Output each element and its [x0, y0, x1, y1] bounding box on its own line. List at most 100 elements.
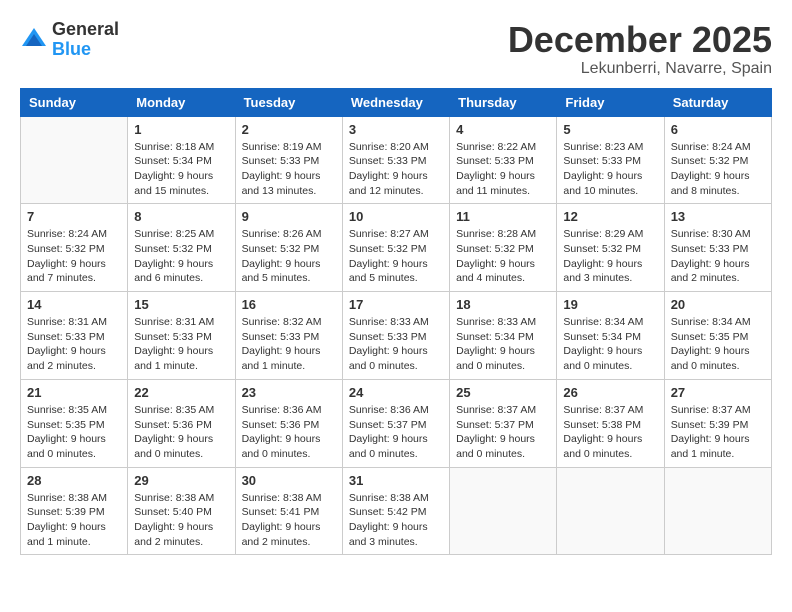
day-number: 5 [563, 122, 657, 137]
calendar-day-cell: 8 Sunrise: 8:25 AM Sunset: 5:32 PM Daylig… [128, 204, 235, 292]
page-header: General Blue December 2025 Lekunberri, N… [20, 20, 772, 78]
day-number: 3 [349, 122, 443, 137]
day-info: Sunrise: 8:36 AM Sunset: 5:36 PM Dayligh… [242, 403, 336, 462]
day-info: Sunrise: 8:31 AM Sunset: 5:33 PM Dayligh… [27, 315, 121, 374]
day-number: 29 [134, 473, 228, 488]
calendar-day-cell: 18Sunrise: 8:33 AM Sunset: 5:34 PM Dayli… [450, 292, 557, 380]
calendar-day-cell: 1Sunrise: 8:18 AM Sunset: 5:34 PM Daylig… [128, 116, 235, 204]
calendar-day-cell: 3Sunrise: 8:20 AM Sunset: 5:33 PM Daylig… [342, 116, 449, 204]
calendar-day-cell: 24 Sunrise: 8:36 AM Sunset: 5:37 PM Dayli… [342, 379, 449, 467]
title-block: December 2025 Lekunberri, Navarre, Spain [508, 20, 772, 78]
day-info: Sunrise: 8:25 AM Sunset: 5:32 PM Dayligh… [134, 227, 228, 286]
calendar-day-cell: 28 Sunrise: 8:38 AM Sunset: 5:39 PM Dayli… [21, 467, 128, 555]
calendar-day-cell: 13 Sunrise: 8:30 AM Sunset: 5:33 PM Dayli… [664, 204, 771, 292]
calendar-day-cell: 30 Sunrise: 8:38 AM Sunset: 5:41 PM Dayli… [235, 467, 342, 555]
calendar-week-row: 1Sunrise: 8:18 AM Sunset: 5:34 PM Daylig… [21, 116, 772, 204]
day-of-week-header: Thursday [450, 88, 557, 116]
day-number: 31 [349, 473, 443, 488]
day-number: 16 [242, 297, 336, 312]
day-info: Sunrise: 8:37 AM Sunset: 5:38 PM Dayligh… [563, 403, 657, 462]
day-number: 20 [671, 297, 765, 312]
day-info: Sunrise: 8:27 AM Sunset: 5:32 PM Dayligh… [349, 227, 443, 286]
calendar-day-cell: 5 Sunrise: 8:23 AM Sunset: 5:33 PM Daylig… [557, 116, 664, 204]
day-number: 9 [242, 209, 336, 224]
day-number: 13 [671, 209, 765, 224]
calendar-week-row: 7Sunrise: 8:24 AM Sunset: 5:32 PM Daylig… [21, 204, 772, 292]
day-info: Sunrise: 8:32 AM Sunset: 5:33 PM Dayligh… [242, 315, 336, 374]
day-number: 27 [671, 385, 765, 400]
day-info: Sunrise: 8:33 AM Sunset: 5:33 PM Dayligh… [349, 315, 443, 374]
day-info: Sunrise: 8:38 AM Sunset: 5:40 PM Dayligh… [134, 491, 228, 550]
day-number: 30 [242, 473, 336, 488]
calendar-day-cell: 23 Sunrise: 8:36 AM Sunset: 5:36 PM Dayli… [235, 379, 342, 467]
day-number: 10 [349, 209, 443, 224]
calendar-day-cell: 21 Sunrise: 8:35 AM Sunset: 5:35 PM Dayli… [21, 379, 128, 467]
day-info: Sunrise: 8:34 AM Sunset: 5:35 PM Dayligh… [671, 315, 765, 374]
calendar-day-cell: 16 Sunrise: 8:32 AM Sunset: 5:33 PM Dayli… [235, 292, 342, 380]
day-number: 4 [456, 122, 550, 137]
location: Lekunberri, Navarre, Spain [508, 60, 772, 78]
day-number: 2 [242, 122, 336, 137]
day-info: Sunrise: 8:22 AM Sunset: 5:33 PM Dayligh… [456, 140, 550, 199]
day-number: 28 [27, 473, 121, 488]
calendar-day-cell: 11 Sunrise: 8:28 AM Sunset: 5:32 PM Dayli… [450, 204, 557, 292]
day-number: 22 [134, 385, 228, 400]
day-info: Sunrise: 8:28 AM Sunset: 5:32 PM Dayligh… [456, 227, 550, 286]
day-number: 8 [134, 209, 228, 224]
day-number: 19 [563, 297, 657, 312]
logo-icon [20, 26, 48, 54]
calendar-day-cell: 6 Sunrise: 8:24 AM Sunset: 5:32 PM Daylig… [664, 116, 771, 204]
calendar-day-cell: 19 Sunrise: 8:34 AM Sunset: 5:34 PM Dayli… [557, 292, 664, 380]
day-number: 6 [671, 122, 765, 137]
day-number: 21 [27, 385, 121, 400]
calendar-table: SundayMondayTuesdayWednesdayThursdayFrid… [20, 88, 772, 556]
calendar-day-cell: 31 Sunrise: 8:38 AM Sunset: 5:42 PM Dayli… [342, 467, 449, 555]
day-number: 17 [349, 297, 443, 312]
calendar-day-cell: 29 Sunrise: 8:38 AM Sunset: 5:40 PM Dayli… [128, 467, 235, 555]
day-info: Sunrise: 8:24 AM Sunset: 5:32 PM Dayligh… [671, 140, 765, 199]
calendar-day-cell: 22 Sunrise: 8:35 AM Sunset: 5:36 PM Dayli… [128, 379, 235, 467]
day-info: Sunrise: 8:31 AM Sunset: 5:33 PM Dayligh… [134, 315, 228, 374]
day-of-week-header: Wednesday [342, 88, 449, 116]
day-info: Sunrise: 8:35 AM Sunset: 5:35 PM Dayligh… [27, 403, 121, 462]
month-title: December 2025 [508, 20, 772, 60]
day-number: 1 [134, 122, 228, 137]
day-info: Sunrise: 8:26 AM Sunset: 5:32 PM Dayligh… [242, 227, 336, 286]
day-number: 14 [27, 297, 121, 312]
day-info: Sunrise: 8:37 AM Sunset: 5:39 PM Dayligh… [671, 403, 765, 462]
calendar-day-cell: 26 Sunrise: 8:37 AM Sunset: 5:38 PM Dayli… [557, 379, 664, 467]
calendar-day-cell [450, 467, 557, 555]
day-number: 25 [456, 385, 550, 400]
day-number: 15 [134, 297, 228, 312]
logo-text: General Blue [52, 20, 119, 60]
calendar-day-cell: 9 Sunrise: 8:26 AM Sunset: 5:32 PM Daylig… [235, 204, 342, 292]
day-number: 7 [27, 209, 121, 224]
day-of-week-header: Friday [557, 88, 664, 116]
day-info: Sunrise: 8:34 AM Sunset: 5:34 PM Dayligh… [563, 315, 657, 374]
day-info: Sunrise: 8:29 AM Sunset: 5:32 PM Dayligh… [563, 227, 657, 286]
calendar-day-cell: 20 Sunrise: 8:34 AM Sunset: 5:35 PM Dayli… [664, 292, 771, 380]
calendar-day-cell: 15 Sunrise: 8:31 AM Sunset: 5:33 PM Dayli… [128, 292, 235, 380]
day-info: Sunrise: 8:35 AM Sunset: 5:36 PM Dayligh… [134, 403, 228, 462]
day-info: Sunrise: 8:38 AM Sunset: 5:39 PM Dayligh… [27, 491, 121, 550]
day-info: Sunrise: 8:36 AM Sunset: 5:37 PM Dayligh… [349, 403, 443, 462]
day-info: Sunrise: 8:38 AM Sunset: 5:42 PM Dayligh… [349, 491, 443, 550]
day-number: 11 [456, 209, 550, 224]
calendar-day-cell: 7Sunrise: 8:24 AM Sunset: 5:32 PM Daylig… [21, 204, 128, 292]
day-of-week-header: Saturday [664, 88, 771, 116]
day-of-week-header: Tuesday [235, 88, 342, 116]
calendar-day-cell [21, 116, 128, 204]
day-number: 24 [349, 385, 443, 400]
day-info: Sunrise: 8:38 AM Sunset: 5:41 PM Dayligh… [242, 491, 336, 550]
calendar-day-cell: 2Sunrise: 8:19 AM Sunset: 5:33 PM Daylig… [235, 116, 342, 204]
day-info: Sunrise: 8:30 AM Sunset: 5:33 PM Dayligh… [671, 227, 765, 286]
calendar-day-cell: 14 Sunrise: 8:31 AM Sunset: 5:33 PM Dayli… [21, 292, 128, 380]
calendar-week-row: 21 Sunrise: 8:35 AM Sunset: 5:35 PM Dayli… [21, 379, 772, 467]
calendar-day-cell: 25Sunrise: 8:37 AM Sunset: 5:37 PM Dayli… [450, 379, 557, 467]
day-number: 12 [563, 209, 657, 224]
day-number: 23 [242, 385, 336, 400]
day-info: Sunrise: 8:23 AM Sunset: 5:33 PM Dayligh… [563, 140, 657, 199]
calendar-day-cell: 4 Sunrise: 8:22 AM Sunset: 5:33 PM Daylig… [450, 116, 557, 204]
day-number: 26 [563, 385, 657, 400]
calendar-header-row: SundayMondayTuesdayWednesdayThursdayFrid… [21, 88, 772, 116]
